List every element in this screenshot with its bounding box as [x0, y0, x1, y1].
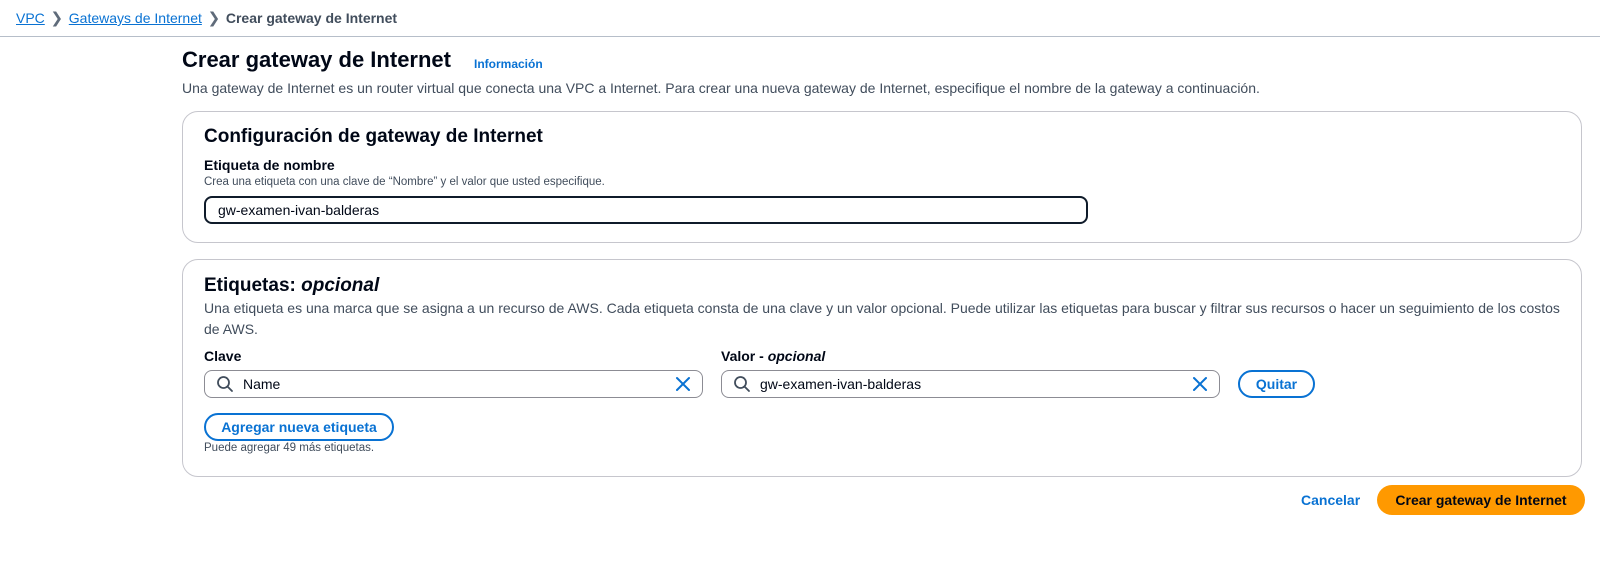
tags-section-title: Etiquetas: opcional	[204, 275, 379, 297]
search-icon	[217, 376, 233, 392]
tag-value-label: Valor - opcional	[721, 348, 825, 364]
close-icon[interactable]	[1190, 374, 1210, 394]
tag-key-value: Name	[243, 376, 281, 392]
tag-value-label-optional: opcional	[767, 348, 826, 364]
breadcrumb-link-internet-gateways[interactable]: Gateways de Internet	[69, 10, 202, 26]
name-tag-label: Etiqueta de nombre	[204, 157, 335, 173]
create-internet-gateway-button[interactable]: Crear gateway de Internet	[1377, 485, 1585, 515]
header-divider	[0, 36, 1600, 37]
config-section-title: Configuración de gateway de Internet	[204, 126, 543, 147]
breadcrumb: VPC ❯ Gateways de Internet ❯ Crear gatew…	[16, 9, 397, 27]
tags-description: Una etiqueta es una marca que se asigna …	[204, 300, 1560, 337]
breadcrumb-link-vpc[interactable]: VPC	[16, 10, 45, 26]
tag-key-label: Clave	[204, 348, 242, 364]
tags-title-optional: opcional	[301, 275, 380, 296]
breadcrumb-current: Crear gateway de Internet	[225, 10, 398, 26]
search-icon	[734, 376, 750, 392]
close-icon[interactable]	[673, 374, 693, 394]
cancel-button[interactable]: Cancelar	[1301, 492, 1360, 508]
add-tag-button[interactable]: Agregar nueva etiqueta	[204, 413, 394, 441]
page-title: Crear gateway de Internet	[182, 47, 451, 72]
remove-tag-button[interactable]: Quitar	[1238, 370, 1315, 398]
tag-value-field[interactable]: gw-examen-ivan-balderas	[721, 370, 1220, 398]
tag-value-label-main: Valor -	[721, 348, 764, 364]
chevron-right-icon: ❯	[50, 10, 64, 27]
chevron-right-icon: ❯	[207, 10, 221, 27]
tags-container: Etiquetas: opcional Una etiqueta es una …	[182, 259, 1582, 477]
tags-title-main: Etiquetas:	[204, 275, 296, 296]
gateway-config-container: Configuración de gateway de Internet Eti…	[182, 111, 1582, 243]
tag-value-value: gw-examen-ivan-balderas	[760, 376, 922, 392]
tag-key-field[interactable]: Name	[204, 370, 703, 398]
name-tag-hint: Crea una etiqueta con una clave de “Nomb…	[204, 176, 605, 188]
page-description: Una gateway de Internet es un router vir…	[182, 80, 1260, 96]
name-tag-input[interactable]	[204, 196, 1088, 224]
tags-remaining-hint: Puede agregar 49 más etiquetas.	[204, 442, 375, 454]
info-link[interactable]: Información	[474, 57, 543, 71]
